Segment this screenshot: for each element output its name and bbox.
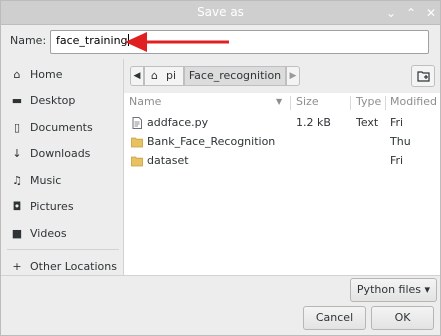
name-label: Name: — [10, 34, 47, 47]
sidebar-item-label: Documents — [30, 121, 93, 134]
file-row[interactable]: Bank_Face_Recognition Thu — [124, 132, 440, 152]
window-title: Save as — [197, 5, 244, 19]
path-home-label: pi — [166, 69, 177, 82]
sidebar-item-label: Music — [30, 174, 62, 187]
download-arrow-icon: ↓ — [12, 147, 22, 160]
file-size: 1.2 kB — [296, 116, 331, 129]
folder-icon — [131, 137, 143, 148]
filter-label: Python files — [356, 283, 422, 296]
file-modified: Fri — [390, 116, 404, 129]
folder-icon — [131, 156, 143, 167]
sidebar-item-label: Home — [30, 68, 63, 81]
column-header-modified[interactable]: Modified — [390, 93, 437, 113]
sidebar-item-downloads[interactable]: ↓ Downloads — [1, 141, 123, 167]
filename-value: face_training — [56, 34, 128, 47]
file-type: Text — [356, 116, 379, 129]
column-divider — [385, 96, 386, 110]
ok-button[interactable]: OK — [371, 306, 434, 330]
plus-icon: + — [12, 260, 22, 273]
sidebar-item-label: Pictures — [30, 200, 74, 213]
file-name: Bank_Face_Recognition — [147, 135, 276, 148]
document-icon: ▯ — [13, 121, 21, 134]
path-bar: ◀ ⌂ pi Face_recognition ▶ — [124, 59, 440, 93]
column-header-name[interactable]: Name — [129, 93, 161, 113]
file-row[interactable]: dataset Fri — [124, 151, 440, 171]
title-bar[interactable]: Save as ⌄ ⌃ ✕ — [1, 1, 440, 25]
home-icon: ⌂ — [13, 68, 21, 81]
sidebar-item-label: Desktop — [30, 94, 76, 107]
close-icon[interactable]: ✕ — [422, 4, 440, 22]
create-folder-button[interactable] — [411, 65, 435, 87]
sidebar-item-desktop[interactable]: ▬ Desktop — [1, 88, 123, 114]
column-divider — [350, 96, 351, 110]
desktop-folder-icon: ▬ — [11, 94, 23, 107]
sidebar-divider — [7, 249, 119, 250]
music-note-icon: ♫ — [12, 174, 22, 187]
sidebar-item-documents[interactable]: ▯ Documents — [1, 115, 123, 141]
video-icon: ■ — [11, 227, 23, 240]
file-name: addface.py — [147, 116, 209, 129]
file-list[interactable]: Name ▼ Size Type Modified addface.py 1.2… — [124, 93, 440, 275]
places-sidebar: ⌂ Home ▬ Desktop ▯ Documents ↓ Downloads… — [1, 59, 123, 275]
file-modified: Thu — [390, 135, 411, 148]
sidebar-item-videos[interactable]: ■ Videos — [1, 221, 123, 247]
sidebar-item-home[interactable]: ⌂ Home — [1, 62, 123, 88]
save-as-dialog: Save as ⌄ ⌃ ✕ Name: face_training ⌂ Home… — [0, 0, 441, 336]
path-scroll-right-button[interactable]: ▶ — [286, 66, 300, 86]
camera-icon: ◘ — [12, 200, 22, 213]
path-scroll-left-button[interactable]: ◀ — [130, 66, 144, 86]
file-type-filter-dropdown[interactable]: Python files ▾ — [350, 278, 437, 302]
dialog-footer: Python files ▾ Cancel OK — [1, 275, 440, 335]
file-name: dataset — [147, 154, 189, 167]
red-arrow-icon — [125, 32, 229, 52]
path-button-home[interactable]: ⌂ pi — [144, 66, 184, 86]
sidebar-item-pictures[interactable]: ◘ Pictures — [1, 194, 123, 220]
new-folder-icon — [417, 71, 430, 82]
sidebar-item-label: Other Locations — [30, 260, 117, 273]
filename-input[interactable]: face_training — [50, 30, 429, 54]
sidebar-item-label: Videos — [30, 227, 67, 240]
sort-descending-icon[interactable]: ▼ — [276, 93, 282, 111]
file-row[interactable]: addface.py 1.2 kB Text Fri — [124, 113, 440, 133]
file-modified: Fri — [390, 154, 404, 167]
column-divider — [290, 96, 291, 110]
maximize-icon[interactable]: ⌃ — [402, 4, 420, 22]
cancel-button[interactable]: Cancel — [303, 306, 366, 330]
minimize-icon[interactable]: ⌄ — [382, 4, 400, 22]
path-button-current[interactable]: Face_recognition — [184, 66, 286, 86]
column-header-type[interactable]: Type — [356, 93, 381, 113]
chevron-down-icon: ▾ — [424, 283, 431, 296]
home-icon: ⌂ — [151, 69, 158, 82]
sidebar-item-music[interactable]: ♫ Music — [1, 168, 123, 194]
sidebar-item-label: Downloads — [30, 147, 91, 160]
column-header-size[interactable]: Size — [296, 93, 319, 113]
text-file-icon — [132, 117, 142, 129]
